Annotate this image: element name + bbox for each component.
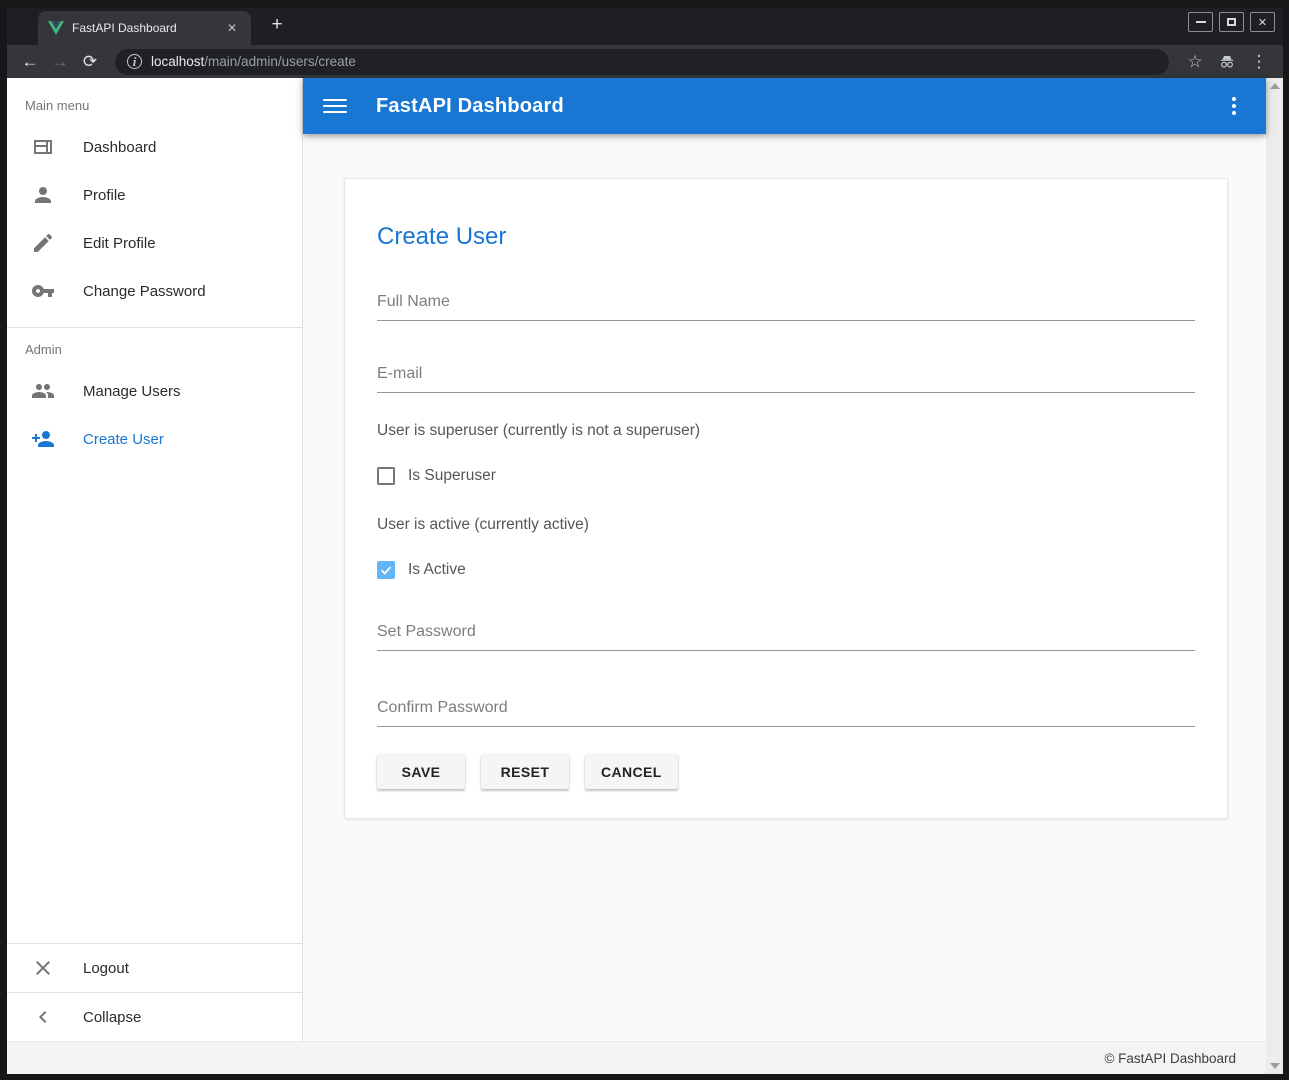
- set-password-input[interactable]: [377, 621, 1195, 651]
- email-input[interactable]: [377, 363, 1195, 393]
- full-name-input[interactable]: [377, 291, 1195, 321]
- reset-button[interactable]: RESET: [481, 754, 569, 789]
- sidebar-item-label: Manage Users: [83, 383, 181, 400]
- url-host: localhost: [151, 54, 204, 69]
- save-button[interactable]: SAVE: [377, 754, 465, 789]
- cancel-button[interactable]: CANCEL: [585, 754, 678, 789]
- sidebar-item-logout[interactable]: Logout: [7, 944, 302, 992]
- sidebar-item-label: Change Password: [83, 283, 206, 300]
- checkbox-label: Is Active: [408, 561, 466, 579]
- sidebar-item-collapse[interactable]: Collapse: [7, 993, 302, 1041]
- close-icon: [31, 956, 55, 980]
- browser-tab[interactable]: FastAPI Dashboard ✕: [38, 11, 251, 45]
- set-password-field-wrap: [377, 621, 1195, 651]
- main-content: Create User User is superuser (currently…: [303, 134, 1266, 1041]
- window-controls: ✕: [1188, 12, 1275, 32]
- scroll-down-icon[interactable]: [1270, 1063, 1280, 1069]
- superuser-hint: User is superuser (currently is not a su…: [377, 422, 1195, 440]
- tab-title: FastAPI Dashboard: [72, 21, 223, 35]
- page-title: Create User: [377, 223, 1195, 251]
- sidebar-section-main-menu: Main menu: [7, 92, 302, 123]
- email-field-wrap: [377, 363, 1195, 393]
- vue-logo-icon: [48, 20, 64, 36]
- sidebar-section-admin: Admin: [7, 328, 302, 367]
- chevron-left-icon: [31, 1005, 55, 1029]
- maximize-button[interactable]: [1219, 12, 1244, 32]
- appbar-menu-icon[interactable]: [1222, 93, 1246, 119]
- forward-icon[interactable]: →: [45, 52, 75, 72]
- sidebar-item-change-password[interactable]: Change Password: [7, 267, 302, 315]
- sidebar-item-label: Logout: [83, 960, 129, 977]
- app-title: FastAPI Dashboard: [376, 95, 564, 118]
- sidebar-item-label: Collapse: [83, 1009, 141, 1026]
- person-icon: [31, 183, 55, 207]
- is-active-checkbox[interactable]: Is Active: [377, 561, 1195, 579]
- browser-window: FastAPI Dashboard ✕ + ✕ ← → ⟳ i localhos…: [0, 0, 1289, 1080]
- is-superuser-checkbox[interactable]: Is Superuser: [377, 467, 1195, 485]
- hamburger-menu-icon[interactable]: [323, 95, 347, 117]
- key-icon: [31, 279, 55, 303]
- active-hint: User is active (currently active): [377, 516, 1195, 534]
- people-icon: [31, 379, 55, 403]
- person-add-icon: [31, 427, 55, 451]
- sidebar-item-label: Profile: [83, 187, 126, 204]
- sidebar-item-edit-profile[interactable]: Edit Profile: [7, 219, 302, 267]
- main-column: FastAPI Dashboard Create User: [303, 78, 1266, 1041]
- pencil-icon: [31, 231, 55, 255]
- dashboard-icon: [31, 135, 55, 159]
- checkbox-label: Is Superuser: [408, 467, 496, 485]
- sidebar-item-profile[interactable]: Profile: [7, 171, 302, 219]
- browser-toolbar: ← → ⟳ i localhost/main/admin/users/creat…: [7, 45, 1283, 78]
- page-info-icon[interactable]: i: [127, 54, 142, 69]
- close-window-button[interactable]: ✕: [1250, 12, 1275, 32]
- reload-icon[interactable]: ⟳: [75, 52, 105, 72]
- form-actions: SAVE RESET CANCEL: [377, 754, 1195, 789]
- incognito-icon: [1211, 52, 1243, 72]
- confirm-password-field-wrap: [377, 697, 1195, 727]
- url-path: /main/admin/users/create: [204, 54, 356, 69]
- sidebar-item-dashboard[interactable]: Dashboard: [7, 123, 302, 171]
- checkbox-checked-icon: [377, 561, 395, 579]
- sidebar-item-create-user[interactable]: Create User: [7, 415, 302, 463]
- checkbox-unchecked-icon: [377, 467, 395, 485]
- page-main: Main menu Dashboard Profile: [7, 78, 1266, 1074]
- scrollbar[interactable]: [1266, 78, 1283, 1074]
- create-user-card: Create User User is superuser (currently…: [344, 178, 1228, 819]
- full-name-field-wrap: [377, 291, 1195, 321]
- scroll-up-icon[interactable]: [1270, 83, 1280, 89]
- page-footer: © FastAPI Dashboard: [7, 1041, 1266, 1074]
- tab-strip: FastAPI Dashboard ✕ + ✕: [7, 8, 1283, 45]
- copyright-text: © FastAPI Dashboard: [1104, 1051, 1236, 1066]
- minimize-icon: [1196, 21, 1206, 23]
- sidebar-item-label: Edit Profile: [83, 235, 156, 252]
- app-bar: FastAPI Dashboard: [303, 78, 1266, 134]
- minimize-button[interactable]: [1188, 12, 1213, 32]
- address-bar[interactable]: i localhost/main/admin/users/create: [115, 49, 1169, 75]
- bookmark-star-icon[interactable]: ☆: [1179, 52, 1211, 72]
- sidebar-item-label: Dashboard: [83, 139, 156, 156]
- browser-menu-icon[interactable]: ⋮: [1243, 52, 1275, 72]
- page: Main menu Dashboard Profile: [7, 78, 1283, 1074]
- back-icon[interactable]: ←: [15, 52, 45, 72]
- tab-close-icon[interactable]: ✕: [223, 19, 241, 37]
- sidebar-item-manage-users[interactable]: Manage Users: [7, 367, 302, 415]
- maximize-icon: [1227, 18, 1236, 26]
- sidebar: Main menu Dashboard Profile: [7, 78, 303, 1041]
- sidebar-spacer: [7, 463, 302, 943]
- new-tab-button[interactable]: +: [265, 14, 289, 38]
- confirm-password-input[interactable]: [377, 697, 1195, 727]
- sidebar-item-label: Create User: [83, 431, 164, 448]
